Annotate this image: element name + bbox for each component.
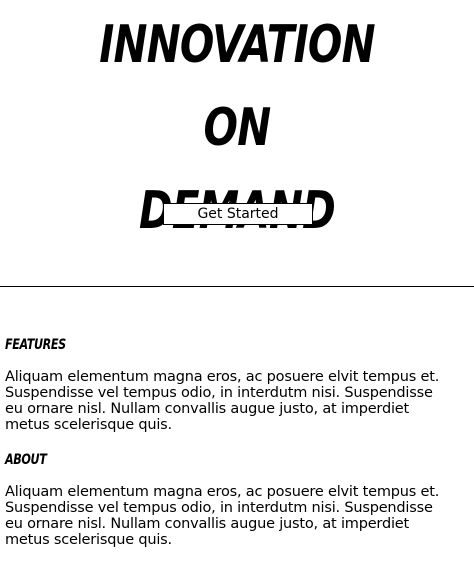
- section-divider: [0, 286, 474, 287]
- hero-title-line: Innovation: [99, 15, 375, 75]
- about-heading: About: [5, 452, 47, 468]
- features-heading: Features: [5, 337, 66, 353]
- hero-section: Innovation on Demand Get Started: [0, 0, 474, 286]
- hero-title-line: on: [203, 98, 272, 158]
- features-body-text: Aliquam elementum magna eros, ac posuere…: [5, 369, 440, 433]
- about-body-text: Aliquam elementum magna eros, ac posuere…: [5, 484, 440, 548]
- get-started-button[interactable]: Get Started: [163, 203, 313, 225]
